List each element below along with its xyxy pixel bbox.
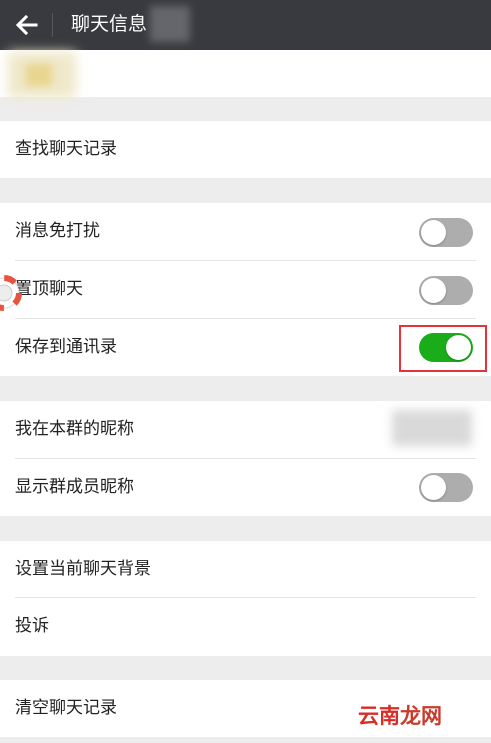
lifebuoy-icon[interactable] [0, 275, 22, 311]
pin-label: 置顶聊天 [15, 279, 83, 299]
save-contacts-label: 保存到通讯录 [15, 337, 117, 357]
watermark: 云南龙网 [358, 700, 442, 730]
clear-history-label: 清空聊天记录 [15, 698, 117, 718]
show-nicknames-row[interactable]: 显示群成员昵称 [0, 459, 491, 516]
mute-row[interactable]: 消息免打扰 [0, 203, 491, 260]
my-nickname-value [392, 410, 472, 446]
toggle-knob [421, 278, 446, 303]
mute-toggle[interactable] [419, 218, 473, 247]
report-label: 投诉 [15, 616, 49, 636]
title-divider [52, 13, 53, 37]
page-title: 聊天信息 [71, 13, 148, 35]
show-nicknames-toggle[interactable] [419, 473, 473, 502]
redacted-title-area [150, 6, 190, 42]
toggle-knob [421, 220, 446, 245]
search-history-row[interactable]: 查找聊天记录 [0, 121, 491, 178]
set-background-label: 设置当前聊天背景 [15, 559, 151, 579]
arrow-left-icon[interactable] [12, 10, 42, 40]
watermark-part2: 龙网 [400, 704, 442, 728]
pin-toggle[interactable] [419, 276, 473, 305]
pin-row[interactable]: 置顶聊天 [0, 261, 491, 318]
show-nicknames-label: 显示群成员昵称 [15, 477, 134, 497]
watermark-part1: 云南 [358, 704, 400, 728]
my-nickname-label: 我在本群的昵称 [15, 419, 134, 439]
set-background-row[interactable]: 设置当前聊天背景 [0, 541, 491, 598]
member-avatar-detail [26, 64, 52, 86]
toggle-knob [421, 475, 446, 500]
title-bar: 聊天信息 [0, 0, 491, 50]
report-row[interactable]: 投诉 [0, 598, 491, 655]
mute-label: 消息免打扰 [15, 221, 100, 241]
search-history-label: 查找聊天记录 [15, 139, 117, 159]
highlight-box [399, 325, 487, 372]
